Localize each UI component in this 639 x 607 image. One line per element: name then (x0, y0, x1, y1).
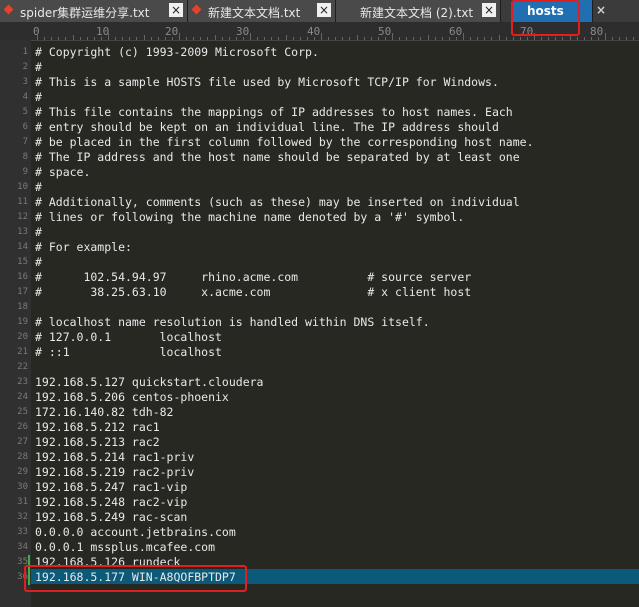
line-number: 8 (22, 152, 28, 162)
line-number: 25 (17, 407, 28, 417)
line-number-gutter: 1 2 3 4 5 6 7 8 9 10 11 12 13 14 15 16 17 18 19 20 21 22 23 24 2… (0, 40, 31, 607)
annotation-box-new-entry (24, 565, 247, 592)
code-line[interactable]: # 38.25.63.10 x.acme.com # x client host (35, 285, 471, 300)
code-line[interactable]: # (35, 60, 42, 75)
line-number: 31 (17, 497, 28, 507)
ruler-tick (250, 33, 251, 40)
code-line[interactable]: 192.168.5.219 rac2-priv (35, 465, 194, 480)
tab-label: 新建文本文档.txt (208, 6, 301, 20)
line-number: 4 (22, 92, 28, 102)
code-line[interactable]: # localhost name resolution is handled w… (35, 315, 430, 330)
tab-new-text-document-2[interactable]: 新建文本文档 (2).txt × (336, 0, 501, 22)
line-number: 20 (17, 332, 28, 342)
code-line[interactable]: 192.168.5.206 centos-phoenix (35, 390, 229, 405)
code-line[interactable]: 192.168.5.212 rac1 (35, 420, 160, 435)
code-line[interactable]: 192.168.5.248 rac2-vip (35, 495, 187, 510)
line-number: 9 (22, 167, 28, 177)
code-line[interactable]: # For example: (35, 240, 132, 255)
line-number: 24 (17, 392, 28, 402)
code-line[interactable]: # This file contains the mappings of IP … (35, 105, 513, 120)
line-number: 16 (17, 272, 28, 282)
code-line[interactable]: 0.0.0.1 mssplus.mcafee.com (35, 540, 215, 555)
line-number: 3 (22, 77, 28, 87)
code-line[interactable]: # The IP address and the host name shoul… (35, 150, 520, 165)
code-line[interactable]: # space. (35, 165, 90, 180)
close-tab-icon[interactable]: × (482, 3, 496, 17)
code-line[interactable]: 192.168.5.249 rac-scan (35, 510, 187, 525)
tab-label: spider集群运维分享.txt (20, 6, 150, 20)
line-number: 12 (17, 212, 28, 222)
line-number: 34 (17, 542, 28, 552)
ruler-label: 80 (590, 25, 604, 38)
line-number: 27 (17, 437, 28, 447)
ruler-tick (108, 33, 109, 40)
line-number: 10 (17, 182, 28, 192)
close-tab-icon[interactable]: × (317, 3, 331, 17)
tab-new-text-document[interactable]: 新建文本文档.txt × (188, 0, 336, 22)
modified-dot-icon (191, 4, 202, 15)
line-number: 11 (17, 197, 28, 207)
ruler-tick (321, 33, 322, 40)
modified-dot-icon (3, 4, 14, 15)
line-number: 14 (17, 242, 28, 252)
ruler-tick (463, 33, 464, 40)
code-line[interactable]: # (35, 225, 42, 240)
tab-label: 新建文本文档 (2).txt (360, 6, 474, 20)
code-line[interactable]: 0.0.0.0 account.jetbrains.com (35, 525, 236, 540)
code-line[interactable]: 192.168.5.247 rac1-vip (35, 480, 187, 495)
line-number: 26 (17, 422, 28, 432)
line-number: 18 (17, 302, 28, 312)
line-number: 29 (17, 467, 28, 477)
ruler-tick (179, 33, 180, 40)
code-line[interactable]: # 127.0.0.1 localhost (35, 330, 222, 345)
code-line[interactable]: # 102.54.94.97 rhino.acme.com # source s… (35, 270, 471, 285)
code-line[interactable]: # be placed in the first column followed… (35, 135, 534, 150)
text-editor[interactable]: # Copyright (c) 1993-2009 Microsoft Corp… (31, 40, 639, 607)
code-line[interactable]: # (35, 255, 42, 270)
line-number: 32 (17, 512, 28, 522)
line-number: 19 (17, 317, 28, 327)
code-line[interactable]: # This is a sample HOSTS file used by Mi… (35, 75, 499, 90)
line-number: 6 (22, 122, 28, 132)
code-line[interactable]: # Additionally, comments (such as these)… (35, 195, 520, 210)
code-line[interactable]: 192.168.5.127 quickstart.cloudera (35, 375, 263, 390)
line-number: 1 (22, 47, 28, 57)
code-line[interactable]: 172.16.140.82 tdh-82 (35, 405, 173, 420)
line-number: 7 (22, 137, 28, 147)
line-number: 22 (17, 362, 28, 372)
annotation-box-hosts-tab (511, 0, 580, 36)
line-number: 28 (17, 452, 28, 462)
code-line[interactable]: 192.168.5.214 rac1-priv (35, 450, 194, 465)
code-line[interactable]: # Copyright (c) 1993-2009 Microsoft Corp… (35, 45, 319, 60)
code-line[interactable]: # (35, 180, 42, 195)
line-number: 2 (22, 62, 28, 72)
close-tab-icon[interactable]: × (594, 3, 608, 17)
code-line[interactable]: 192.168.5.213 rac2 (35, 435, 160, 450)
line-number: 21 (17, 347, 28, 357)
line-number: 13 (17, 227, 28, 237)
ruler-tick (392, 33, 393, 40)
ruler-tick (37, 33, 38, 40)
code-line[interactable]: # ::1 localhost (35, 345, 222, 360)
line-number: 23 (17, 377, 28, 387)
tab-spider-notes[interactable]: spider集群运维分享.txt × (0, 0, 188, 22)
code-line[interactable]: # (35, 90, 42, 105)
code-line[interactable]: # entry should be kept on an individual … (35, 120, 499, 135)
line-number: 5 (22, 107, 28, 117)
line-number: 17 (17, 287, 28, 297)
close-tab-icon[interactable]: × (169, 3, 183, 17)
ruler-tick (605, 33, 606, 40)
line-number: 30 (17, 482, 28, 492)
code-line[interactable]: # lines or following the machine name de… (35, 210, 464, 225)
line-number: 15 (17, 257, 28, 267)
line-number: 33 (17, 527, 28, 537)
